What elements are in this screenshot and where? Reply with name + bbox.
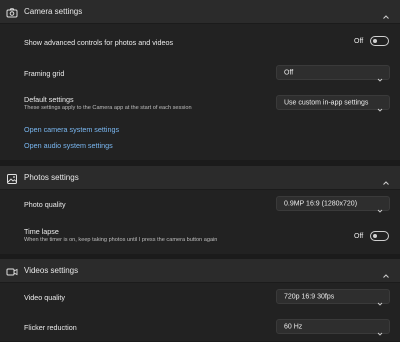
photos-settings-panel: Photo quality 0.9MP 16:9 (1280x720) Time… [0, 190, 400, 254]
time-lapse-toggle-group[interactable]: Off [354, 231, 390, 241]
camera-icon [6, 6, 18, 18]
camera-settings-header[interactable]: Camera settings [0, 0, 400, 23]
default-settings-value: Use custom in-app settings [284, 99, 369, 106]
advanced-controls-toggle[interactable] [370, 36, 390, 46]
time-lapse-toggle[interactable] [370, 231, 390, 241]
framing-grid-label: Framing grid [24, 69, 65, 78]
video-quality-dropdown[interactable]: 720p 16:9 30fps [276, 289, 390, 306]
open-camera-system-settings-link[interactable]: Open camera system settings [24, 125, 119, 134]
time-lapse-state: Off [354, 232, 364, 240]
time-lapse-description: When the timer is on, keep taking photos… [24, 237, 218, 243]
advanced-controls-state: Off [354, 37, 364, 45]
flicker-reduction-dropdown[interactable]: 60 Hz [276, 319, 390, 336]
framing-grid-value: Off [284, 69, 294, 76]
photo-quality-dropdown[interactable]: 0.9MP 16:9 (1280x720) [276, 196, 390, 213]
time-lapse-label: Time lapse [24, 227, 59, 236]
photos-settings-header[interactable]: Photos settings [0, 166, 400, 189]
default-settings-description: These settings apply to the Camera app a… [24, 105, 192, 111]
videos-settings-panel: Video quality 720p 16:9 30fps Flicker re… [0, 283, 400, 341]
framing-grid-dropdown[interactable]: Off [276, 65, 390, 82]
chevron-down-icon [377, 324, 383, 336]
chevron-up-icon[interactable] [382, 174, 390, 185]
chevron-down-icon [377, 70, 383, 82]
default-settings-label: Default settings [24, 95, 74, 104]
open-audio-system-settings-link[interactable]: Open audio system settings [24, 141, 113, 150]
chevron-down-icon [377, 100, 383, 112]
video-icon [6, 265, 18, 277]
advanced-controls-label: Show advanced controls for photos and vi… [24, 38, 174, 47]
video-quality-value: 720p 16:9 30fps [284, 293, 335, 300]
chevron-down-icon [377, 201, 383, 213]
videos-settings-title: Videos settings [24, 266, 79, 275]
photo-icon [6, 172, 18, 184]
advanced-controls-toggle-group[interactable]: Off [354, 36, 390, 46]
default-settings-dropdown[interactable]: Use custom in-app settings [276, 95, 390, 112]
photos-settings-title: Photos settings [24, 173, 79, 182]
video-quality-label: Video quality [24, 293, 66, 302]
chevron-up-icon[interactable] [382, 8, 390, 19]
camera-settings-panel: Show advanced controls for photos and vi… [0, 24, 400, 160]
chevron-up-icon[interactable] [382, 267, 390, 278]
videos-settings-header[interactable]: Videos settings [0, 259, 400, 282]
photo-quality-label: Photo quality [24, 200, 66, 209]
chevron-down-icon [377, 294, 383, 306]
photo-quality-value: 0.9MP 16:9 (1280x720) [284, 200, 358, 207]
flicker-reduction-label: Flicker reduction [24, 323, 77, 332]
camera-settings-title: Camera settings [24, 7, 83, 16]
flicker-reduction-value: 60 Hz [284, 323, 303, 330]
